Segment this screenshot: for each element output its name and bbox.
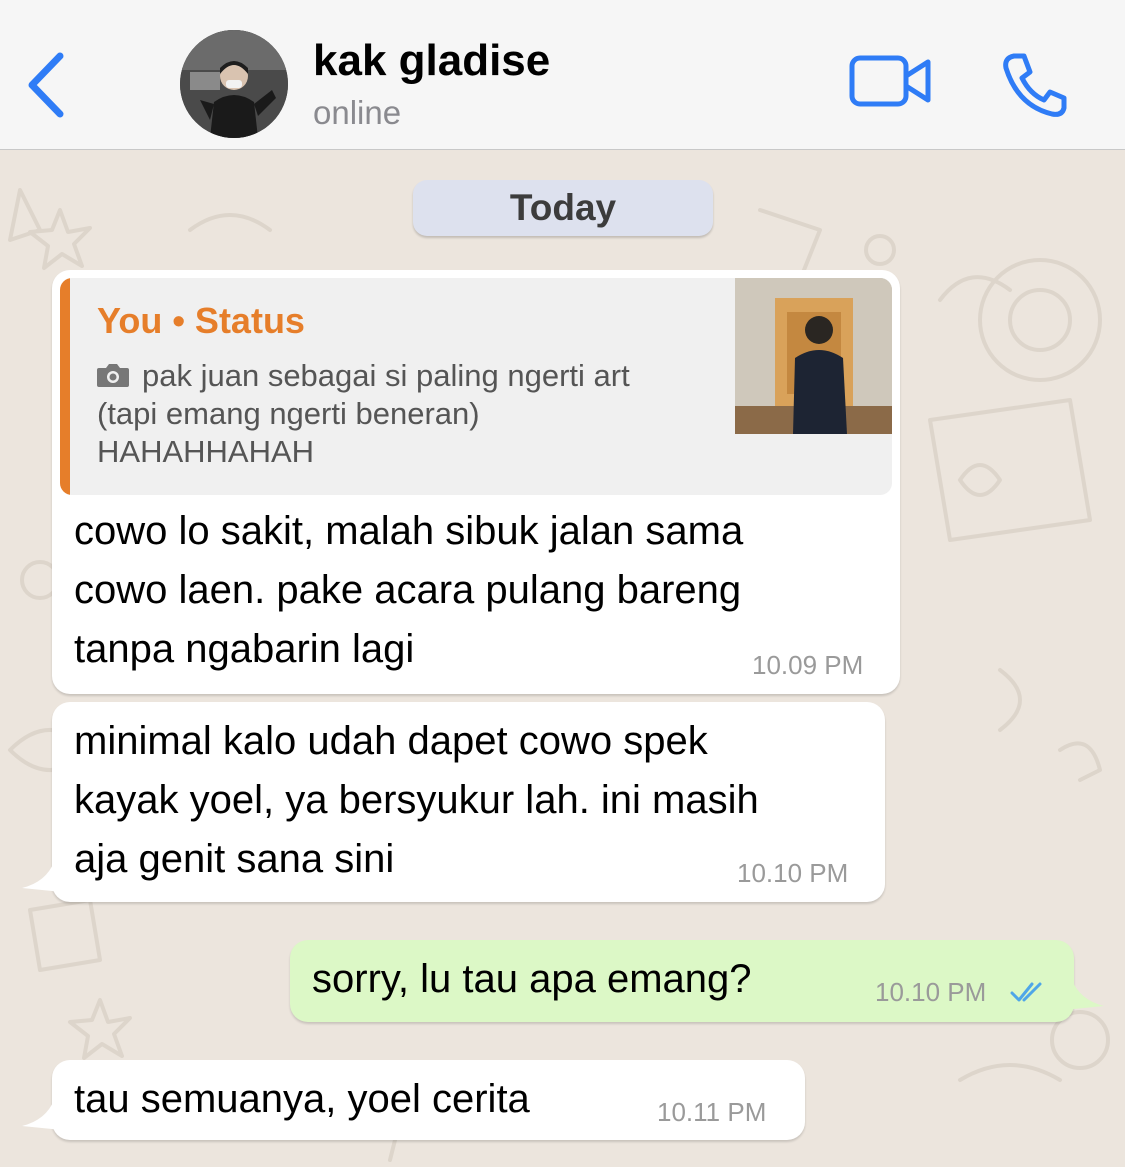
double-check-icon [1010, 982, 1042, 1002]
back-button[interactable] [22, 50, 72, 120]
quote-accent-bar [60, 278, 70, 495]
bubble-tail [22, 862, 62, 892]
outgoing-message[interactable]: sorry, lu tau apa emang? 10.10 PM [290, 940, 1074, 1022]
avatar-photo [180, 30, 288, 138]
incoming-message[interactable]: minimal kalo udah dapet cowo spek kayak … [52, 702, 885, 902]
chat-header: kak gladise online [0, 0, 1125, 150]
quote-text-line: (tapi emang ngerti beneran) [97, 396, 480, 431]
camera-icon [97, 364, 129, 387]
phone-icon [1003, 53, 1067, 117]
quote-text-line: pak juan sebagai si paling ngerti art [142, 358, 630, 393]
message-text-line: sorry, lu tau apa emang? [312, 957, 752, 1001]
video-camera-icon [849, 55, 931, 107]
message-timestamp: 10.09 PM [752, 650, 864, 680]
contact-name[interactable]: kak gladise [313, 36, 550, 86]
contact-avatar[interactable] [180, 30, 288, 138]
incoming-message[interactable]: tau semuanya, yoel cerita 10.11 PM [52, 1060, 805, 1140]
video-call-button[interactable] [848, 52, 934, 112]
message-text-line: cowo laen. pake acara pulang bareng [74, 568, 742, 612]
message-timestamp: 10.10 PM [737, 858, 849, 888]
chevron-left-icon [28, 52, 64, 118]
message-text-line: aja genit sana sini [74, 837, 395, 881]
incoming-message[interactable]: You • Status pak juan sebagai si paling … [52, 270, 900, 694]
quoted-status[interactable]: You • Status pak juan sebagai si paling … [60, 278, 892, 495]
voice-call-button[interactable] [1000, 50, 1070, 120]
contact-status: online [313, 94, 402, 131]
bubble-tail [1064, 980, 1104, 1010]
date-separator: Today [413, 180, 713, 236]
quote-text-line: HAHAHHAHAH [97, 434, 315, 469]
message-text-line: cowo lo sakit, malah sibuk jalan sama [74, 509, 744, 553]
message-text-line: minimal kalo udah dapet cowo spek [74, 719, 708, 763]
message-text-line: tanpa ngabarin lagi [74, 627, 415, 671]
message-timestamp: 10.11 PM [657, 1097, 767, 1127]
message-text-line: tau semuanya, yoel cerita [74, 1077, 530, 1121]
bubble-tail [22, 1100, 62, 1130]
quote-author: You • Status [97, 300, 305, 341]
message-text-line: kayak yoel, ya bersyukur lah. ini masih [74, 778, 759, 822]
status-photo [735, 278, 892, 434]
message-timestamp: 10.10 PM [875, 977, 987, 1007]
status-thumbnail [735, 278, 892, 434]
